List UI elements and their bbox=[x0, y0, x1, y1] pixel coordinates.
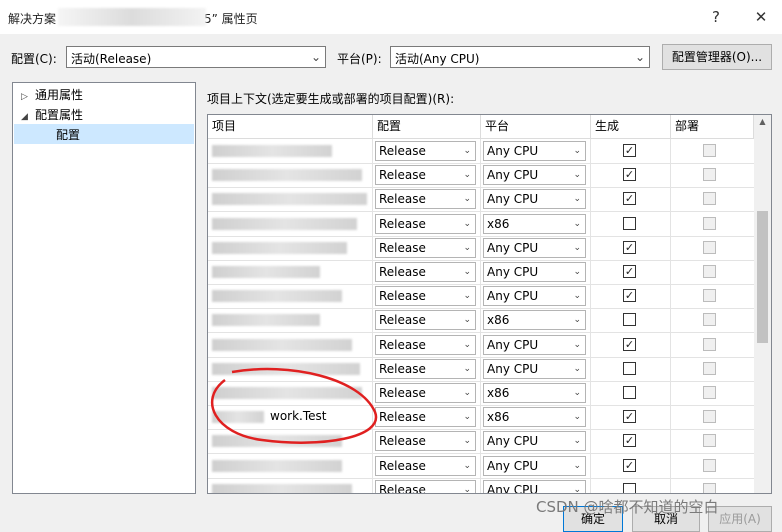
red-circle-annotation bbox=[211, 367, 378, 444]
annotation-stroke bbox=[211, 367, 378, 444]
watermark: CSDN @啥都不知道的空白 bbox=[536, 498, 719, 516]
